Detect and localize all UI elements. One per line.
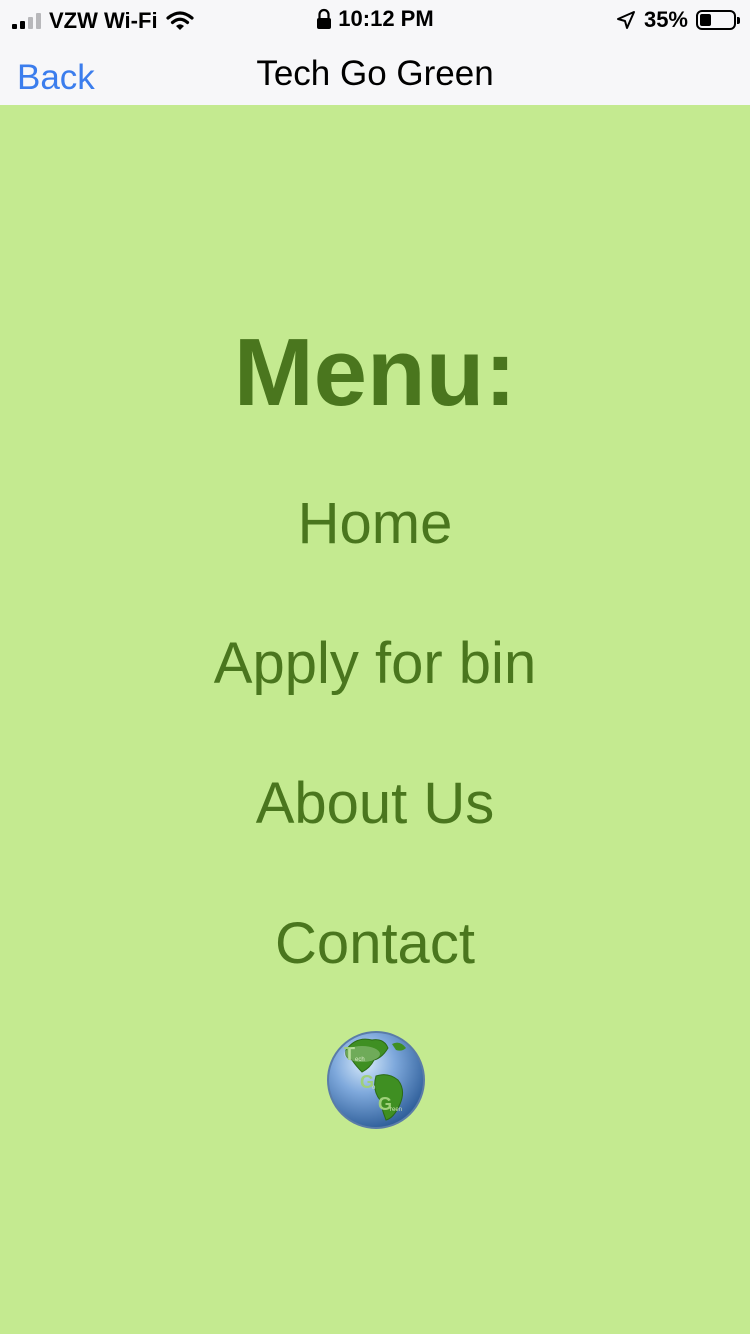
- navigation-bar: Back Tech Go Green: [0, 40, 750, 105]
- nav-title: Tech Go Green: [256, 54, 494, 93]
- battery-icon: [696, 10, 740, 30]
- menu-item-contact[interactable]: Contact: [0, 910, 750, 977]
- status-right: 35%: [616, 7, 740, 33]
- logo-word-reen: reen: [390, 1107, 402, 1113]
- menu-item-apply-for-bin[interactable]: Apply for bin: [0, 630, 750, 697]
- battery-percent: 35%: [643, 7, 688, 32]
- status-bar: VZW Wi-Fi 10:12 PM 35%: [0, 0, 750, 40]
- globe-logo-icon: T G G ech o reen: [327, 1031, 425, 1129]
- location-icon: [616, 11, 635, 29]
- menu-item-home[interactable]: Home: [0, 490, 750, 557]
- status-time: 10:12 PM: [338, 6, 434, 31]
- menu-item-about-us[interactable]: About Us: [0, 770, 750, 837]
- menu-heading: Menu:: [233, 319, 517, 426]
- lock-icon: [317, 8, 332, 29]
- battery-level: [700, 14, 711, 26]
